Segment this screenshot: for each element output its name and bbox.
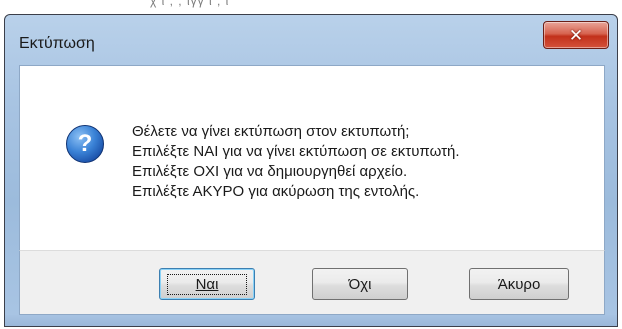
- print-dialog: Εκτύπωση ✕ ? Θέλετε να γίνει εκτύπωση στ…: [4, 14, 618, 327]
- window-bottom-frame: [5, 315, 617, 326]
- cancel-button[interactable]: Άκυρο: [469, 268, 569, 300]
- message-line-4: Επιλέξτε ΑΚΥΡΟ για ακύρωση της εντολής.: [132, 183, 420, 200]
- window-title: Εκτύπωση: [19, 35, 95, 52]
- question-icon: ?: [66, 125, 104, 163]
- close-icon: ✕: [568, 25, 584, 45]
- no-button-label: Όχι: [348, 275, 372, 293]
- message-panel: ? Θέλετε να γίνει εκτύπωση στον εκτυπωτή…: [19, 65, 605, 250]
- close-button[interactable]: ✕: [543, 21, 609, 49]
- message-line-3: Επιλέξτε ΟΧΙ για να δημιουργηθεί αρχείο.: [132, 163, 408, 180]
- yes-button-focus: Ναι: [166, 273, 248, 295]
- cancel-button-label: Άκυρο: [497, 275, 541, 293]
- yes-button[interactable]: Ναι: [159, 268, 255, 300]
- message-text: Θέλετε να γίνει εκτύπωση στον εκτυπωτή; …: [132, 122, 460, 202]
- message-line-2: Επιλέξτε ΝΑΙ για να γίνει εκτύπωση σε εκ…: [132, 143, 460, 160]
- background-window-strip: χ ι , , ιγγ ι , ι: [0, 0, 622, 14]
- background-partial-text: χ ι , , ιγγ ι , ι: [150, 0, 230, 8]
- title-bar[interactable]: Εκτύπωση ✕: [5, 15, 617, 65]
- question-mark-glyph: ?: [77, 130, 93, 157]
- button-bar: Ναι Όχι Άκυρο: [19, 250, 605, 315]
- no-button[interactable]: Όχι: [312, 268, 408, 300]
- message-line-1: Θέλετε να γίνει εκτύπωση στον εκτυπωτή;: [132, 123, 410, 140]
- yes-button-label: Ναι: [195, 275, 219, 293]
